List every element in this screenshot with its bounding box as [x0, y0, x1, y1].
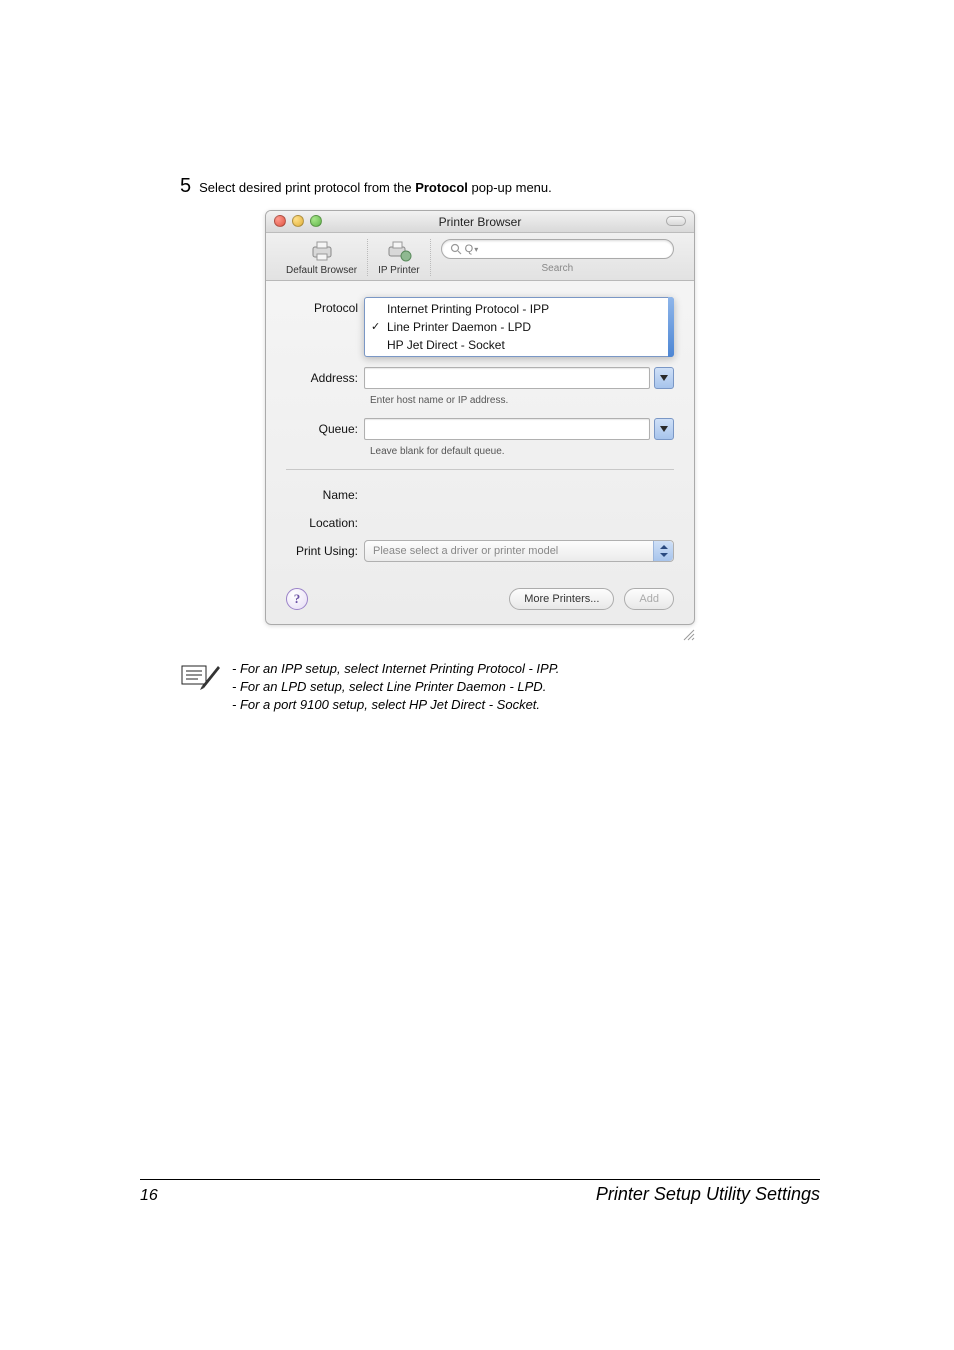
print-using-select[interactable]: Please select a driver or printer model	[364, 540, 674, 562]
search-label: Search	[541, 263, 573, 274]
name-row: Name:	[286, 484, 674, 506]
address-row: Address:	[286, 367, 674, 389]
traffic-lights	[274, 215, 322, 227]
add-label: Add	[639, 593, 659, 605]
step-text: Select desired print protocol from the P…	[199, 180, 552, 195]
address-input[interactable]	[364, 367, 650, 389]
step-text-bold: Protocol	[415, 180, 468, 195]
protocol-option-lpd[interactable]: Line Printer Daemon - LPD	[365, 318, 673, 336]
titlebar: Printer Browser	[266, 211, 694, 233]
address-label: Address:	[286, 367, 364, 385]
step-text-after: pop-up menu.	[468, 180, 552, 195]
note-line-3: - For a port 9100 setup, select HP Jet D…	[232, 696, 559, 714]
queue-row: Queue:	[286, 418, 674, 440]
protocol-option-socket[interactable]: HP Jet Direct - Socket	[365, 336, 673, 354]
address-hint: Enter host name or IP address.	[370, 395, 674, 406]
print-using-placeholder: Please select a driver or printer model	[373, 545, 558, 557]
step-text-before: Select desired print protocol from the	[199, 180, 415, 195]
name-label: Name:	[286, 484, 364, 502]
close-icon[interactable]	[274, 215, 286, 227]
separator	[286, 469, 674, 470]
protocol-row: Protocol Internet Printing Protocol - IP…	[286, 297, 674, 357]
help-label: ?	[294, 591, 301, 607]
printer-icon	[308, 239, 336, 263]
location-label: Location:	[286, 512, 364, 530]
search-input[interactable]: Q▾	[441, 239, 674, 259]
select-arrows-icon	[653, 541, 673, 561]
name-input[interactable]	[364, 484, 674, 506]
protocol-option-ipp[interactable]: Internet Printing Protocol - IPP	[365, 300, 673, 318]
dialog-body: Protocol Internet Printing Protocol - IP…	[266, 281, 694, 624]
print-using-row: Print Using: Please select a driver or p…	[286, 540, 674, 562]
address-history-button[interactable]	[654, 367, 674, 389]
note-block: - For an IPP setup, select Internet Prin…	[180, 660, 780, 715]
default-browser-label: Default Browser	[286, 265, 357, 276]
protocol-label: Protocol	[286, 297, 364, 315]
page-number: 16	[140, 1187, 158, 1205]
toolbar: Default Browser IP Printer Q▾ Search	[266, 233, 694, 281]
more-printers-button[interactable]: More Printers...	[509, 588, 614, 610]
ip-printer-toolbar-item[interactable]: IP Printer	[368, 239, 431, 276]
queue-input[interactable]	[364, 418, 650, 440]
location-input[interactable]	[364, 512, 674, 534]
printer-browser-dialog: Printer Browser Default Browser IP Print…	[265, 210, 695, 625]
note-line-1: - For an IPP setup, select Internet Prin…	[232, 660, 559, 678]
toolbar-pill-icon[interactable]	[666, 216, 686, 226]
more-printers-label: More Printers...	[524, 593, 599, 605]
page-footer: 16 Printer Setup Utility Settings	[140, 1179, 820, 1205]
add-button[interactable]: Add	[624, 588, 674, 610]
note-text: - For an IPP setup, select Internet Prin…	[232, 660, 559, 715]
protocol-dropdown[interactable]: Internet Printing Protocol - IPP Line Pr…	[364, 297, 674, 357]
window-title: Printer Browser	[439, 215, 522, 229]
help-button[interactable]: ?	[286, 588, 308, 610]
queue-label: Queue:	[286, 418, 364, 436]
minimize-icon[interactable]	[292, 215, 304, 227]
chevron-down-icon: ▾	[474, 245, 478, 254]
step-number: 5	[180, 175, 191, 198]
search-prefix: Q	[465, 243, 474, 255]
resize-grip-icon[interactable]	[681, 627, 695, 641]
printer-globe-icon	[385, 239, 413, 263]
zoom-icon[interactable]	[310, 215, 322, 227]
note-line-2: - For an LPD setup, select Line Printer …	[232, 678, 559, 696]
queue-history-button[interactable]	[654, 418, 674, 440]
default-browser-toolbar-item[interactable]: Default Browser	[276, 239, 368, 276]
page-footer-title: Printer Setup Utility Settings	[596, 1184, 820, 1205]
queue-hint: Leave blank for default queue.	[370, 446, 674, 457]
ip-printer-label: IP Printer	[378, 265, 420, 276]
print-using-label: Print Using:	[286, 540, 364, 558]
step-line: 5 Select desired print protocol from the…	[180, 175, 780, 198]
dropdown-scrollbar	[668, 297, 674, 357]
dialog-footer: ? More Printers... Add	[286, 588, 674, 610]
search-wrap: Q▾ Search	[431, 239, 684, 274]
note-icon	[180, 660, 220, 690]
location-row: Location:	[286, 512, 674, 534]
